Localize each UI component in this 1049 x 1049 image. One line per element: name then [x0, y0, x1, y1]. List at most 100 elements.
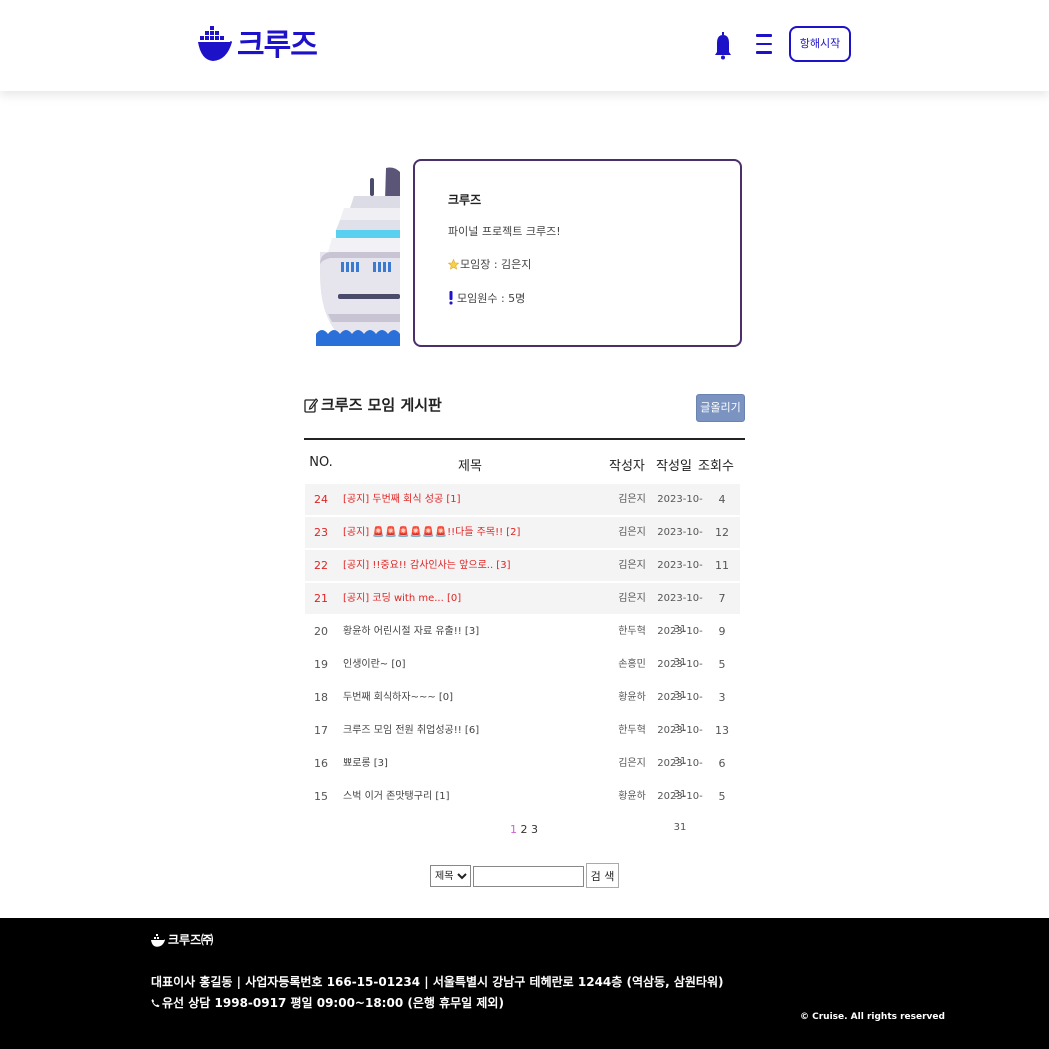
column-header-views: 조회수 [698, 459, 734, 474]
page-link[interactable]: 1 [510, 823, 517, 836]
column-header-no: NO. [309, 455, 333, 470]
start-voyage-button[interactable]: 항해시작 [789, 26, 851, 62]
post-writer: 김은지 [618, 593, 646, 604]
post-writer: 김은지 [618, 758, 646, 769]
post-title-link[interactable]: 뾰로롱 [3] [343, 748, 388, 779]
board-divider [304, 438, 745, 440]
post-title-link[interactable]: [공지] 코딩 with me... [0] [343, 583, 461, 614]
post-number: 20 [314, 625, 328, 638]
post-date: 2023-10-31 [657, 560, 703, 602]
table-row[interactable]: 17 크루즈 모임 전원 취업성공!! [6] 한두혁 2023-10-31 13 [305, 715, 740, 767]
post-number: 24 [314, 493, 328, 506]
footer-copyright: © Cruise. All rights reserved [800, 1012, 945, 1022]
logo[interactable]: 크루즈 [197, 20, 318, 64]
post-views: 12 [715, 526, 729, 539]
table-row[interactable]: 22 [공지] !!중요!! 감사인사는 앞으로.. [3] 김은지 2023-10-… [305, 550, 740, 602]
bell-icon[interactable] [714, 30, 732, 60]
post-views: 13 [715, 724, 729, 737]
post-number: 19 [314, 658, 328, 671]
table-row[interactable]: 23 [공지] 🚨🚨🚨🚨🚨🚨!!다들 주목!! [2] 김은지 2023-10-31 1… [305, 517, 740, 569]
post-title-link[interactable]: [공지] 두번째 회식 성공 [1] [343, 484, 460, 515]
post-number: 17 [314, 724, 328, 737]
post-writer: 손홍민 [618, 659, 646, 670]
table-row[interactable]: 15 스벅 이거 존맛탱구리 [1] 황윤하 2023-10-31 5 [305, 781, 740, 833]
column-header-date: 작성일 [656, 459, 692, 474]
post-title-link[interactable]: [공지] 🚨🚨🚨🚨🚨🚨!!다들 주목!! [2] [343, 517, 520, 548]
group-members: 모임원수 : 5명 [448, 290, 525, 306]
post-number: 15 [314, 790, 328, 803]
post-views: 4 [718, 493, 726, 506]
post-title-link[interactable]: [공지] !!중요!! 감사인사는 앞으로.. [3] [343, 550, 510, 581]
post-date: 2023-10-31 [657, 791, 703, 833]
post-title-link[interactable]: 인생이란~ [0] [343, 649, 406, 680]
post-date: 2023-10-31 [657, 725, 703, 767]
table-row[interactable]: 19 인생이란~ [0] 손홍민 2023-10-31 5 [305, 649, 740, 701]
post-title-link[interactable]: 두번째 회식하자~~~ [0] [343, 682, 453, 713]
board-title-text: 크루즈 모임 게시판 [321, 396, 442, 414]
column-header-title: 제목 [458, 459, 482, 474]
post-number: 23 [314, 526, 328, 539]
post-date: 2023-10-31 [657, 692, 703, 734]
footer-contact-text: 유선 상담 1998-0917 평일 09:00~18:00 (은행 휴무일 제… [162, 996, 504, 1010]
group-info-card: 크루즈 파이널 프로젝트 크루즈! 모임장 : 김은지 모임원수 : 5명 [413, 159, 742, 347]
group-leader-text: 모임장 : 김은지 [460, 258, 532, 271]
edit-icon [304, 397, 318, 413]
post-date: 2023-10-31 [657, 758, 703, 800]
table-row[interactable]: 16 뾰로롱 [3] 김은지 2023-10-31 6 [305, 748, 740, 800]
table-row[interactable]: 20 황윤하 어린시절 자료 유출!! [3] 한두혁 2023-10-31 9 [305, 616, 740, 668]
group-members-text: 모임원수 : 5명 [457, 292, 526, 305]
footer-company-info: 대표이사 홍길동 | 사업자등록번호 166-15-01234 | 서울특별시 … [151, 975, 724, 989]
post-writer: 김은지 [618, 560, 646, 571]
board-title: 크루즈 모임 게시판 [304, 394, 442, 415]
post-writer: 김은지 [618, 527, 646, 538]
post-views: 9 [718, 625, 726, 638]
column-header-writer: 작성자 [609, 459, 645, 474]
page-link[interactable]: 3 [531, 823, 538, 836]
top-header: 크루즈 항해시작 [0, 0, 1049, 91]
post-views: 3 [718, 691, 726, 704]
post-views: 5 [718, 790, 726, 803]
post-views: 11 [715, 559, 729, 572]
search-button[interactable]: 검 색 [586, 863, 619, 888]
hamburger-menu-icon[interactable] [756, 34, 772, 56]
post-date: 2023-10-31 [657, 527, 703, 569]
post-date: 2023-10-31 [657, 593, 703, 635]
post-number: 21 [314, 592, 328, 605]
post-writer: 김은지 [618, 494, 646, 505]
pagination: 1 2 3 [510, 823, 538, 836]
post-title-link[interactable]: 크루즈 모임 전원 취업성공!! [6] [343, 715, 479, 746]
footer: 크루즈㈜ 대표이사 홍길동 | 사업자등록번호 166-15-01234 | 서… [0, 918, 1049, 1049]
page-link[interactable]: 2 [521, 823, 528, 836]
post-writer: 황윤하 [618, 692, 646, 703]
phone-icon [151, 998, 160, 1007]
logo-text: 크루즈 [237, 28, 318, 63]
post-date: 2023-10-31 [657, 626, 703, 668]
write-post-button[interactable]: 글올리기 [696, 394, 745, 422]
post-number: 16 [314, 757, 328, 770]
table-row[interactable]: 18 두번째 회식하자~~~ [0] 황윤하 2023-10-31 3 [305, 682, 740, 734]
post-date: 2023-10-31 [657, 494, 703, 536]
post-views: 5 [718, 658, 726, 671]
footer-contact: 유선 상담 1998-0917 평일 09:00~18:00 (은행 휴무일 제… [151, 994, 504, 1011]
search-type-select[interactable]: 제목 [430, 865, 471, 887]
footer-brand: 크루즈㈜ [151, 931, 213, 948]
post-title-link[interactable]: 스벅 이거 존맛탱구리 [1] [343, 781, 450, 812]
post-number: 22 [314, 559, 328, 572]
table-row[interactable]: 21 [공지] 코딩 with me... [0] 김은지 2023-10-31 7 [305, 583, 740, 635]
ship-logo-icon [198, 26, 232, 61]
table-row[interactable]: 24 [공지] 두번째 회식 성공 [1] 김은지 2023-10-31 4 [305, 484, 740, 536]
cruise-ship-image [316, 167, 400, 346]
ship-logo-icon [151, 933, 165, 947]
footer-brand-text: 크루즈㈜ [168, 933, 214, 947]
post-writer: 황윤하 [618, 791, 646, 802]
star-icon [448, 258, 459, 270]
post-views: 7 [718, 592, 726, 605]
post-writer: 한두혁 [618, 626, 646, 637]
exclamation-icon [449, 291, 453, 305]
group-name: 크루즈 [448, 193, 482, 207]
post-writer: 한두혁 [618, 725, 646, 736]
post-title-link[interactable]: 황윤하 어린시절 자료 유출!! [3] [343, 616, 479, 647]
group-description: 파이널 프로젝트 크루즈! [448, 225, 561, 238]
post-views: 6 [718, 757, 726, 770]
search-input[interactable] [473, 866, 584, 887]
